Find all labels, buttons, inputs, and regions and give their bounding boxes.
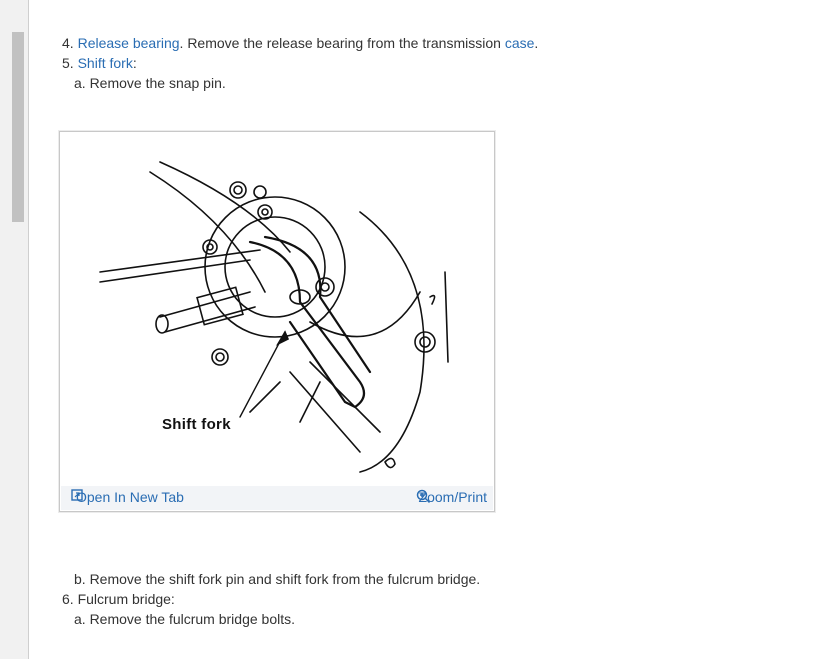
procedure-top: 4. Release bearing. Remove the release b…	[62, 33, 802, 93]
shift-fork-figure: Shift fork Open In New Tab Zoom/Print	[59, 131, 495, 512]
zoom-print-button[interactable]: Zoom/Print	[416, 489, 487, 505]
scrollbar-thumb[interactable]	[12, 32, 24, 222]
step-6a: a. Remove the fulcrum bridge bolts.	[74, 611, 295, 627]
case-link[interactable]: case	[505, 35, 535, 51]
step-5: 5. Shift fork:	[62, 53, 802, 73]
step-4-text: . Remove the release bearing from the tr…	[179, 35, 505, 51]
shift-fork-diagram	[99, 161, 449, 473]
step-4: 4. Release bearing. Remove the release b…	[62, 33, 802, 53]
step-6: 6. Fulcrum bridge:	[62, 591, 175, 607]
figure-caption: Shift fork	[162, 416, 231, 433]
step-5b: b. Remove the shift fork pin and shift f…	[74, 571, 481, 587]
step-4-period: .	[534, 35, 539, 51]
left-scroll-rail[interactable]	[0, 0, 29, 659]
shift-fork-link[interactable]: Shift fork	[78, 55, 133, 71]
step-5a: a. Remove the snap pin.	[74, 75, 226, 91]
release-bearing-link[interactable]: Release bearing	[78, 35, 180, 51]
open-new-tab-label: Open In New Tab	[76, 489, 184, 505]
procedure-bottom: b. Remove the shift fork pin and shift f…	[62, 569, 480, 629]
step-number: 5.	[62, 55, 74, 71]
figure-toolbar: Open In New Tab Zoom/Print	[61, 486, 493, 510]
open-new-tab-button[interactable]: Open In New Tab	[71, 489, 184, 505]
step-number: 4.	[62, 35, 74, 51]
step-5-colon: :	[132, 55, 137, 71]
